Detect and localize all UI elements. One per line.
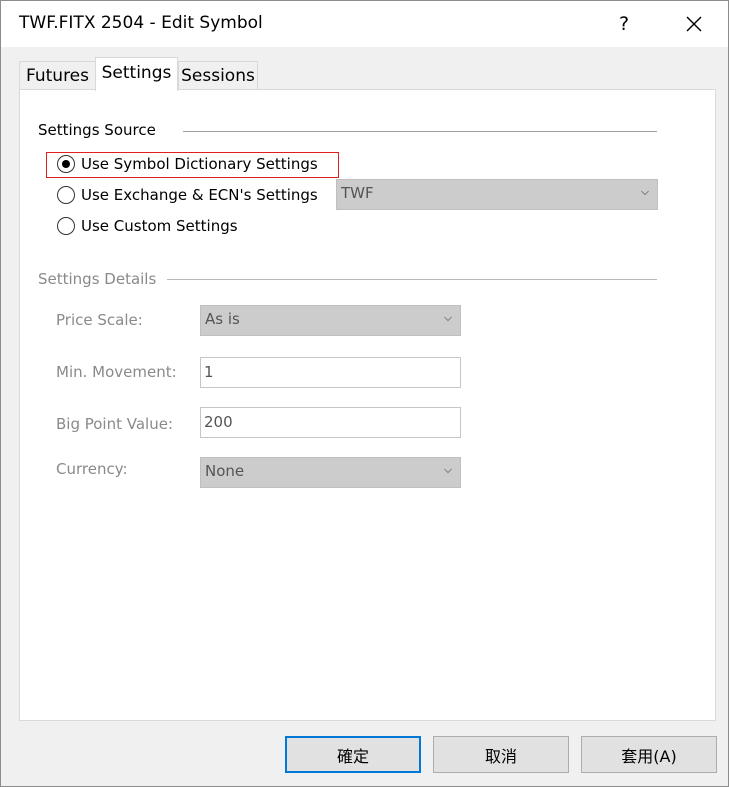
settings-details-heading: Settings Details [38, 270, 157, 288]
help-icon: ? [618, 13, 630, 35]
window-title: TWF.FITX 2504 - Edit Symbol [19, 13, 263, 33]
price-scale-label: Price Scale: [56, 311, 143, 329]
chevron-down-icon [444, 468, 452, 474]
min-movement-label: Min. Movement: [56, 363, 177, 381]
close-icon [686, 16, 702, 32]
min-movement-value: 1 [204, 363, 214, 381]
price-scale-value: As is [205, 310, 240, 328]
price-scale-select[interactable]: As is [200, 305, 461, 336]
settings-tab-panel: Settings Source Use Symbol Dictionary Se… [19, 89, 716, 721]
radio-exchange-ecn-label: Use Exchange & ECN's Settings [81, 186, 318, 204]
radio-custom[interactable]: Use Custom Settings [57, 217, 238, 235]
radio-custom-label: Use Custom Settings [81, 217, 238, 235]
min-movement-field[interactable]: 1 [200, 357, 461, 388]
exchange-select[interactable]: TWF [336, 179, 658, 210]
currency-value: None [205, 462, 245, 480]
settings-details-divider [167, 279, 657, 280]
radio-symbol-dictionary-indicator[interactable] [57, 155, 75, 173]
chevron-down-icon [641, 190, 649, 196]
settings-source-heading: Settings Source [38, 121, 156, 139]
exchange-select-value: TWF [341, 184, 374, 202]
radio-symbol-dictionary[interactable]: Use Symbol Dictionary Settings [57, 155, 318, 173]
ok-button[interactable]: 確定 [285, 736, 421, 773]
close-button[interactable] [671, 1, 717, 47]
big-point-value-field[interactable]: 200 [200, 407, 461, 438]
tab-futures[interactable]: Futures [19, 61, 96, 90]
big-point-value-label: Big Point Value: [56, 415, 174, 433]
big-point-value-value: 200 [204, 413, 233, 431]
tab-settings[interactable]: Settings [95, 57, 178, 91]
currency-select[interactable]: None [200, 457, 461, 488]
radio-custom-indicator[interactable] [57, 217, 75, 235]
title-bar: TWF.FITX 2504 - Edit Symbol ? [1, 1, 728, 47]
radio-symbol-dictionary-label: Use Symbol Dictionary Settings [81, 155, 318, 173]
radio-exchange-ecn[interactable]: Use Exchange & ECN's Settings [57, 186, 318, 204]
currency-label: Currency: [56, 460, 128, 478]
help-button[interactable]: ? [601, 1, 647, 47]
cancel-button[interactable]: 取消 [433, 736, 569, 773]
tab-sessions[interactable]: Sessions [178, 61, 258, 90]
radio-exchange-ecn-indicator[interactable] [57, 186, 75, 204]
settings-source-divider [183, 131, 657, 132]
chevron-down-icon [444, 316, 452, 322]
edit-symbol-dialog: TWF.FITX 2504 - Edit Symbol ? Futures Se… [0, 0, 729, 787]
apply-button[interactable]: 套用(A) [581, 736, 717, 773]
